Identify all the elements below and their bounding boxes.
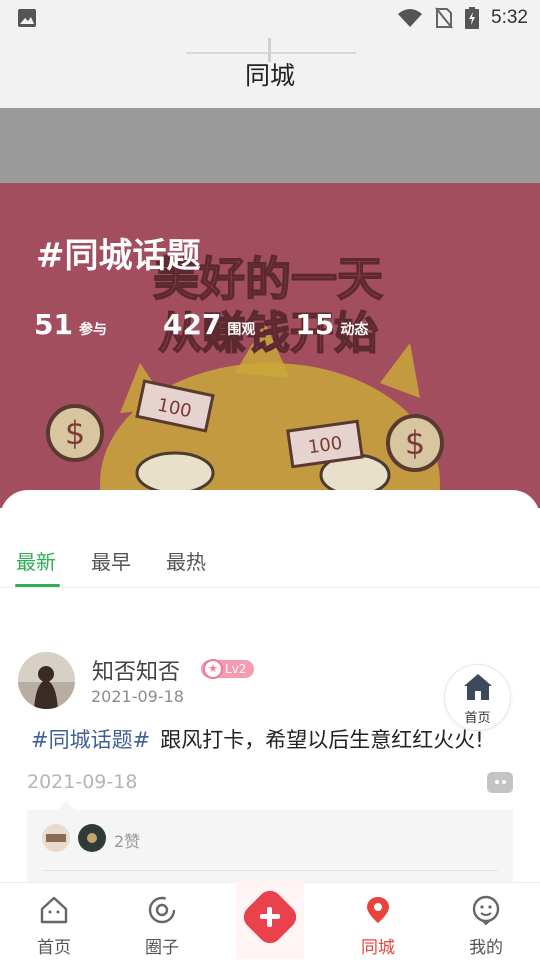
status-icons: 5:32 — [397, 6, 528, 30]
banner-gray-strip — [0, 108, 540, 183]
float-home-button[interactable]: 首页 — [444, 664, 511, 731]
title-bar: 同城 — [0, 36, 540, 108]
location-pin-icon — [367, 897, 389, 923]
title-decoration — [186, 52, 356, 54]
likes-box: 2赞 — [27, 801, 513, 890]
home-icon — [464, 674, 492, 700]
status-bar: 5:32 — [0, 0, 540, 36]
bottom-nav: 首页 圈子 同城 我的 — [0, 881, 540, 960]
nav-label: 我的 — [469, 938, 503, 958]
sort-tabs: 最新 最早 最热 — [0, 536, 540, 588]
profile-face-icon — [472, 895, 500, 925]
nav-circle[interactable]: 圈子 — [108, 883, 216, 960]
page-title: 同城 — [244, 61, 295, 90]
circle-icon — [148, 896, 176, 924]
stat-label: 动态 — [340, 322, 369, 338]
active-tab-indicator — [15, 584, 60, 587]
topic-stats: 51 参与 427 围观 15 动态 — [34, 308, 368, 341]
topic-title: #同城话题 — [36, 236, 201, 276]
stat-posts: 15 动态 — [295, 308, 368, 341]
like-count: 2赞 — [114, 832, 141, 851]
nav-home[interactable]: 首页 — [0, 883, 108, 960]
liker-avatar[interactable] — [78, 824, 106, 852]
top-area: 5:32 同城 — [0, 0, 540, 108]
home-icon — [40, 896, 68, 924]
publish-button[interactable] — [236, 881, 304, 959]
comment-icon[interactable] — [487, 772, 513, 793]
level-text: Lv2 — [225, 662, 247, 676]
divider — [42, 870, 498, 871]
gallery-notification-icon — [18, 9, 36, 27]
status-time: 5:32 — [491, 7, 528, 28]
plus-icon-vertical — [267, 907, 272, 927]
star-icon: ★ — [203, 659, 223, 679]
stat-views: 427 围观 — [163, 308, 255, 341]
svg-text:$: $ — [405, 424, 425, 462]
nav-local[interactable]: 同城 — [324, 883, 432, 960]
battery-charging-icon — [465, 7, 480, 29]
post-content[interactable]: #同城话题# 跟风打卡，希望以后生意红红火火! — [31, 724, 484, 754]
post-footer-date: 2021-09-18 — [27, 771, 138, 793]
nav-label: 首页 — [37, 938, 71, 958]
nav-label: 圈子 — [145, 938, 179, 958]
nav-mine[interactable]: 我的 — [432, 883, 540, 960]
wifi-icon — [398, 9, 423, 27]
nav-label: 同城 — [361, 938, 395, 958]
post-date: 2021-09-18 — [91, 687, 184, 706]
stat-participants: 51 参与 — [34, 308, 107, 341]
no-sim-icon — [435, 7, 453, 29]
avatar-photo — [18, 652, 75, 709]
stat-value: 427 — [162, 308, 222, 341]
topic-tag-link[interactable]: #同城话题# — [31, 728, 150, 752]
float-home-label: 首页 — [464, 711, 491, 726]
stat-value: 15 — [295, 308, 335, 341]
stat-label: 参与 — [78, 322, 107, 338]
liker-avatar[interactable] — [42, 824, 70, 852]
stat-label: 围观 — [227, 322, 256, 338]
author-name[interactable]: 知否知否 — [92, 654, 180, 686]
svg-text:$: $ — [65, 414, 85, 452]
tab-hottest[interactable]: 最热 — [166, 546, 206, 575]
tab-newest[interactable]: 最新 — [16, 546, 56, 575]
tab-earliest[interactable]: 最早 — [91, 546, 131, 575]
stat-value: 51 — [34, 308, 73, 341]
level-badge: ★ Lv2 — [201, 659, 255, 679]
avatar[interactable] — [18, 652, 75, 709]
post-body-text: 跟风打卡，希望以后生意红红火火! — [160, 728, 484, 752]
